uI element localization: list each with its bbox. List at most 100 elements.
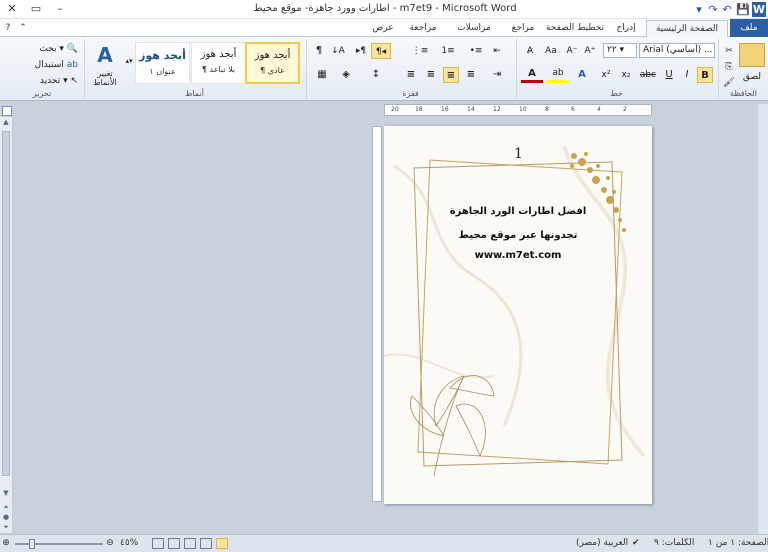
clipboard-group: ✂ ⎘ 🖌 لصق الحافظة xyxy=(718,39,768,99)
bullets-icon[interactable]: •≡ xyxy=(463,43,489,59)
clear-format-icon[interactable]: A̷ xyxy=(521,43,539,59)
style-normal[interactable]: أبجد هوز ¶ عادي xyxy=(245,42,300,84)
copy-icon[interactable]: ⎘ xyxy=(723,59,735,75)
align-left-icon[interactable]: ≡ xyxy=(423,67,439,83)
tab-mailings[interactable]: مراسلات xyxy=(446,20,502,37)
show-marks-icon[interactable]: ¶ xyxy=(311,43,327,59)
document-page[interactable]: 1 افضل اطارات الورد الجاهزة تجدونها عبر … xyxy=(384,126,652,504)
scroll-down-icon[interactable]: ▼ xyxy=(0,489,12,497)
draft-view-icon[interactable] xyxy=(152,538,164,549)
style-no-spacing-name: ¶ بلا تباعد xyxy=(201,65,236,74)
outline-view-icon[interactable] xyxy=(168,538,180,549)
scrollbar-thumb[interactable] xyxy=(2,131,10,476)
document-url-line[interactable]: www.m7et.com xyxy=(384,250,652,261)
minimize-button[interactable]: – xyxy=(48,0,72,18)
font-name-select[interactable]: Arial (أساسي) ... xyxy=(639,43,715,58)
zoom-out-icon[interactable]: ⊖ xyxy=(104,538,116,548)
save-icon[interactable]: 💾 xyxy=(736,2,750,17)
scroll-up-icon[interactable]: ▲ xyxy=(0,118,12,126)
zoom-level[interactable]: ٤٥% xyxy=(120,538,138,548)
page-number: 1 xyxy=(514,146,523,162)
replace-button[interactable]: استبدال ab xyxy=(6,57,78,73)
highlight-icon[interactable]: ab xyxy=(547,67,569,83)
word-count-status[interactable]: الكلمات: ٩ xyxy=(654,538,694,548)
qat-more-icon[interactable]: ▾ xyxy=(692,2,706,17)
styles-group: A تغيير الأنماط ▴▾ أبجد هوز عنوان ١ أبجد… xyxy=(84,39,304,99)
replace-label: استبدال xyxy=(34,60,64,70)
styles-scroll-icon[interactable]: ▴▾ xyxy=(125,53,133,69)
web-layout-icon[interactable] xyxy=(184,538,196,549)
document-heading-line2[interactable]: تجدونها عبر موقع محيط xyxy=(384,230,652,241)
font-group-label: خط xyxy=(610,89,623,98)
redo-icon[interactable]: ↷ xyxy=(706,2,720,17)
page-status[interactable]: الصفحة: ١ من ١ xyxy=(708,538,768,548)
styles-group-label: أنماط xyxy=(185,89,204,98)
font-color-icon[interactable]: A xyxy=(521,67,543,83)
change-styles-button[interactable]: تغيير الأنماط xyxy=(85,69,125,89)
tab-home[interactable]: الصفحة الرئيسية xyxy=(646,20,728,38)
tab-references[interactable]: مراجع xyxy=(502,20,544,37)
indent-dec-icon[interactable]: ⇤ xyxy=(487,43,507,59)
change-case-icon[interactable]: Aa xyxy=(541,43,561,59)
cut-icon[interactable]: ✂ xyxy=(723,43,735,59)
tab-insert[interactable]: إدراج xyxy=(606,20,646,37)
style-no-spacing[interactable]: أبجد هوز ¶ بلا تباعد xyxy=(191,42,246,84)
zoom-slider[interactable] xyxy=(15,539,103,549)
maximize-button[interactable]: ▭ xyxy=(24,0,48,18)
rtl-icon[interactable]: ¶◂ xyxy=(371,43,391,59)
align-center-icon[interactable]: ≡ xyxy=(443,67,459,83)
style-heading1[interactable]: أبجد هوز عنوان ١ xyxy=(135,42,190,84)
undo-icon[interactable]: ↶ xyxy=(720,2,734,17)
justify-icon[interactable]: ≡ xyxy=(403,67,419,83)
underline-icon[interactable]: U xyxy=(661,67,677,83)
font-size-select[interactable]: ٢٢ ▾ xyxy=(603,43,637,58)
zoom-slider-thumb[interactable] xyxy=(29,539,36,549)
print-layout-icon[interactable] xyxy=(216,538,228,549)
next-page-icon[interactable]: ⏷ xyxy=(0,523,12,532)
tab-page-layout[interactable]: تخطيط الصفحة xyxy=(544,20,606,37)
style-heading1-name: عنوان ١ xyxy=(149,67,176,76)
shading-icon[interactable]: ◈ xyxy=(335,67,357,83)
help-icon[interactable]: ? xyxy=(0,20,16,37)
replace-icon: ab xyxy=(66,60,78,70)
ltr-icon[interactable]: ▸¶ xyxy=(351,43,371,59)
superscript-icon[interactable]: x² xyxy=(597,67,615,83)
vertical-scrollbar[interactable]: ▲ ▼ ⏶ ● ⏷ xyxy=(0,117,13,533)
find-button[interactable]: بحث ▾ 🔍 xyxy=(6,41,78,57)
text-effects-icon[interactable]: A xyxy=(573,67,591,83)
select-button[interactable]: تحديد ▾ ↖ xyxy=(6,73,78,89)
vertical-ruler[interactable] xyxy=(372,126,382,502)
word-app-icon[interactable]: W xyxy=(752,2,766,17)
language-status[interactable]: العربية (مصر) xyxy=(576,538,628,548)
line-spacing-icon[interactable]: ↕ xyxy=(365,67,387,83)
horizontal-ruler[interactable]: 20 18 16 14 12 10 8 6 4 2 xyxy=(384,104,652,116)
borders-icon[interactable]: ▦ xyxy=(311,67,333,83)
shrink-font-icon[interactable]: A⁻ xyxy=(563,43,581,59)
grow-font-icon[interactable]: A⁺ xyxy=(581,43,599,59)
italic-icon[interactable]: I xyxy=(679,67,695,83)
browse-object-icon[interactable]: ● xyxy=(0,513,12,521)
ruler-toggle-icon[interactable] xyxy=(2,106,12,116)
paste-button[interactable]: لصق xyxy=(737,69,767,85)
full-screen-icon[interactable] xyxy=(200,538,212,549)
bold-icon[interactable]: B xyxy=(697,67,713,83)
status-bar: ⊕ ⊖ ٤٥% العربية (مصر) ✔ الكلمات: ٩ الصفح… xyxy=(0,534,768,552)
proofing-icon[interactable]: ✔ xyxy=(632,538,640,548)
document-heading-line1[interactable]: افضل اطارات الورد الجاهزة xyxy=(384,206,652,217)
sort-icon[interactable]: ↓A xyxy=(329,43,347,59)
change-styles-icon[interactable]: A xyxy=(91,41,119,71)
multilevel-icon[interactable]: ⋮≡ xyxy=(407,43,433,59)
align-right-icon[interactable]: ≡ xyxy=(463,67,479,83)
tab-review[interactable]: مراجعة xyxy=(398,20,448,37)
zoom-in-icon[interactable]: ⊕ xyxy=(0,538,12,548)
cursor-icon: ↖ xyxy=(70,76,78,86)
ribbon-toggle-icon[interactable]: ⌃ xyxy=(16,20,30,37)
numbering-icon[interactable]: 1≡ xyxy=(435,43,461,59)
prev-page-icon[interactable]: ⏶ xyxy=(0,503,12,512)
close-button[interactable]: ✕ xyxy=(0,0,24,18)
style-no-spacing-sample: أبجد هوز xyxy=(200,49,237,60)
strikethrough-icon[interactable]: abc xyxy=(637,67,659,83)
subscript-icon[interactable]: x₂ xyxy=(617,67,635,83)
indent-inc-icon[interactable]: ⇥ xyxy=(489,67,505,83)
tab-file[interactable]: ملف xyxy=(730,19,768,37)
